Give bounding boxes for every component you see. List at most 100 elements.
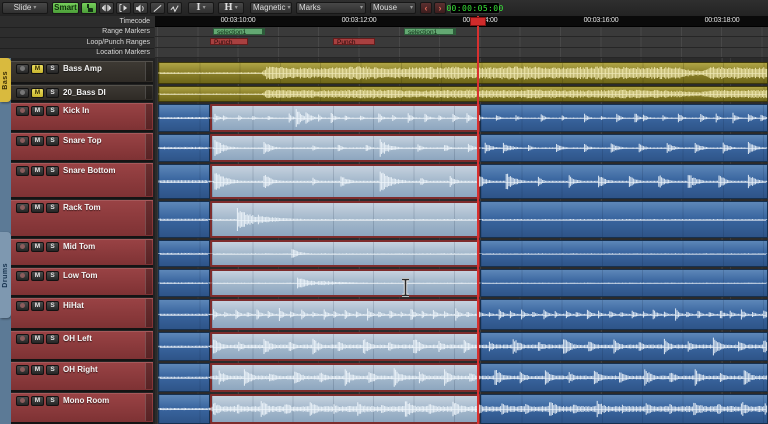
mute-button[interactable]: M (31, 365, 44, 375)
track-header[interactable]: M S Kick In (11, 103, 153, 132)
solo-button[interactable]: S (46, 334, 59, 344)
range-markers-ruler[interactable]: selection1 selection1 (155, 27, 768, 37)
audio-region-selected[interactable] (210, 363, 480, 392)
audio-region[interactable] (158, 299, 210, 330)
mute-button[interactable]: M (31, 396, 44, 406)
cut-mode-button[interactable] (116, 2, 131, 14)
track-lane[interactable] (155, 299, 768, 330)
track-meter-strip[interactable] (145, 134, 152, 159)
track-header[interactable]: M S HiHat (11, 298, 153, 330)
track-header[interactable]: M S 20_Bass DI (11, 85, 153, 102)
record-arm-button[interactable] (16, 365, 29, 375)
record-arm-button[interactable] (16, 203, 29, 213)
track-lane[interactable] (155, 201, 768, 238)
mute-button[interactable]: M (31, 203, 44, 213)
punch-marker[interactable]: Punch (333, 38, 375, 45)
track-meter-strip[interactable] (145, 62, 152, 81)
mute-button[interactable]: M (31, 334, 44, 344)
mute-button[interactable]: M (31, 88, 44, 98)
audio-region[interactable] (158, 363, 210, 392)
track-header[interactable]: M S Mono Room (11, 393, 153, 424)
record-arm-button[interactable] (16, 301, 29, 311)
playhead-handle[interactable] (470, 17, 486, 26)
solo-button[interactable]: S (46, 396, 59, 406)
track-header[interactable]: M S OH Right (11, 362, 153, 392)
track-meter-strip[interactable] (145, 269, 152, 294)
track-meter-strip[interactable] (145, 240, 152, 264)
audio-region[interactable] (158, 164, 210, 199)
record-arm-button[interactable] (16, 166, 29, 176)
audio-region-selected[interactable] (210, 299, 480, 330)
solo-button[interactable]: S (46, 64, 59, 74)
record-arm-button[interactable] (16, 396, 29, 406)
track-lane[interactable] (155, 394, 768, 424)
audio-region-selected[interactable] (210, 201, 480, 238)
track-lane[interactable] (155, 332, 768, 361)
timecode-ruler[interactable]: 00:03:10:0000:03:12:0000:03:14:0000:03:1… (155, 16, 768, 27)
group-tab-bass[interactable]: Bass (0, 58, 11, 102)
timestretch-dropdown[interactable]: I ▾ (188, 2, 214, 14)
audio-region[interactable] (480, 134, 768, 162)
audio-region[interactable] (158, 86, 768, 102)
audio-region-selected[interactable] (210, 332, 480, 361)
audio-region-selected[interactable] (210, 240, 480, 267)
track-lane[interactable] (155, 86, 768, 102)
track-header[interactable]: M S OH Left (11, 331, 153, 361)
smart-mode-button[interactable]: Smart (52, 2, 79, 14)
next-marker-button[interactable]: › (434, 2, 446, 14)
draw-mode-button[interactable] (150, 2, 165, 14)
audio-region[interactable] (158, 269, 210, 297)
audio-region[interactable] (480, 394, 768, 424)
solo-button[interactable]: S (46, 242, 59, 252)
track-meter-strip[interactable] (145, 201, 152, 235)
location-markers-ruler[interactable] (155, 48, 768, 58)
edit-contents-button[interactable] (167, 2, 182, 14)
track-lane[interactable] (155, 134, 768, 162)
track-lane[interactable] (155, 62, 768, 84)
track-meter-strip[interactable] (145, 332, 152, 358)
grab-mode-button[interactable] (81, 2, 97, 14)
audition-button[interactable] (133, 2, 148, 14)
audio-region-selected[interactable] (210, 164, 480, 199)
mute-button[interactable]: M (31, 166, 44, 176)
track-header[interactable]: M S Snare Top (11, 133, 153, 162)
record-arm-button[interactable] (16, 334, 29, 344)
audio-region[interactable] (480, 240, 768, 267)
track-header[interactable]: M S Rack Tom (11, 200, 153, 238)
audio-region[interactable] (480, 299, 768, 330)
zoom-focus-mouse-dropdown[interactable]: Mouse ▾ (370, 2, 416, 14)
mute-button[interactable]: M (31, 64, 44, 74)
record-arm-button[interactable] (16, 106, 29, 116)
record-arm-button[interactable] (16, 88, 29, 98)
track-meter-strip[interactable] (145, 299, 152, 327)
track-meter-strip[interactable] (145, 86, 152, 99)
track-meter-strip[interactable] (145, 394, 152, 421)
secondary-clock[interactable]: 00:00:05:00 (446, 2, 503, 14)
zoom-focus-dropdown[interactable]: H ▾ (218, 2, 244, 14)
audio-region[interactable] (158, 332, 210, 361)
audio-region[interactable] (158, 240, 210, 267)
solo-button[interactable]: S (46, 88, 59, 98)
snap-mode-dropdown[interactable]: Magnetic ▾ (250, 2, 292, 14)
solo-button[interactable]: S (46, 365, 59, 375)
punch-marker[interactable]: Punch (210, 38, 248, 45)
solo-button[interactable]: S (46, 166, 59, 176)
grid-unit-dropdown[interactable]: Marks ▾ (296, 2, 366, 14)
playhead-line[interactable] (477, 16, 479, 424)
audio-region-selected[interactable] (210, 134, 480, 162)
audio-region[interactable] (480, 201, 768, 238)
audio-region[interactable] (480, 332, 768, 361)
audio-region-selected[interactable] (210, 104, 480, 132)
group-tab-drums[interactable]: Drums (0, 232, 11, 318)
audio-region[interactable] (480, 164, 768, 199)
prev-marker-button[interactable]: ‹ (420, 2, 432, 14)
audio-region[interactable] (480, 269, 768, 297)
track-header[interactable]: M S Low Tom (11, 268, 153, 297)
mute-button[interactable]: M (31, 136, 44, 146)
audio-region[interactable] (158, 201, 210, 238)
record-arm-button[interactable] (16, 64, 29, 74)
mute-button[interactable]: M (31, 242, 44, 252)
record-arm-button[interactable] (16, 271, 29, 281)
timeline-canvas[interactable] (155, 58, 768, 424)
solo-button[interactable]: S (46, 203, 59, 213)
